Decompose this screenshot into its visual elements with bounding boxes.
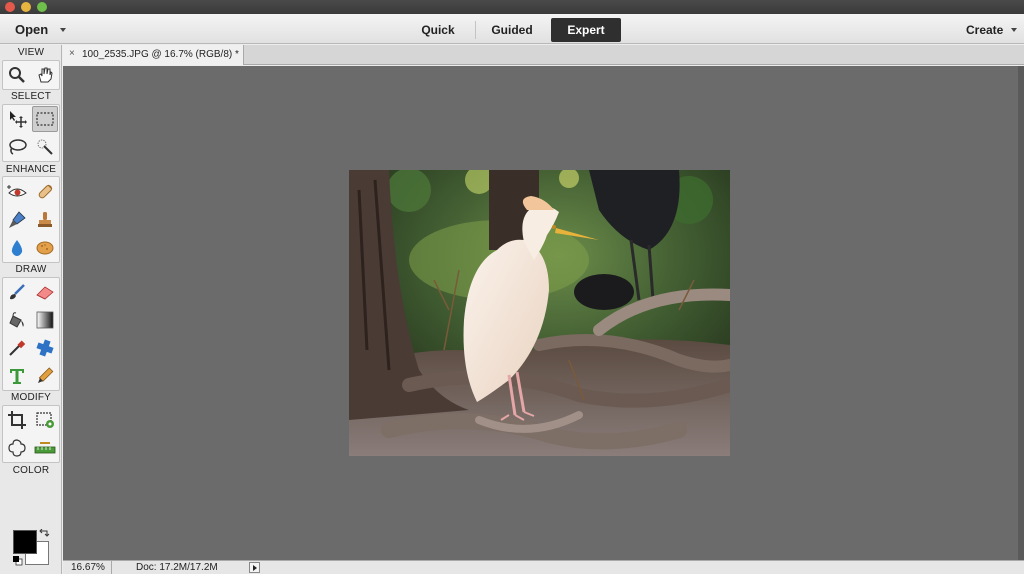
swap-colors-icon[interactable]	[39, 529, 51, 539]
open-dropdown-chevron-icon[interactable]	[60, 28, 66, 32]
tool-group-view	[2, 60, 60, 90]
section-label-select: SELECT	[10, 91, 52, 102]
document-tab-title: 100_2535.JPG @ 16.7% (RGB/8) *	[82, 49, 239, 60]
tool-group-draw	[2, 277, 60, 391]
custom-shape-icon[interactable]	[33, 336, 57, 360]
type-icon[interactable]	[5, 364, 29, 388]
create-menu-button[interactable]: Create	[966, 23, 1003, 37]
toolbox-panel: VIEW SELECT ENHANCE DRAW MODIFY COLOR	[0, 45, 62, 574]
pencil-icon[interactable]	[33, 364, 57, 388]
mode-tab-expert[interactable]: Expert	[551, 18, 621, 42]
clone-stamp-icon[interactable]	[33, 208, 57, 232]
mode-divider	[475, 21, 476, 39]
document-tab[interactable]: × 100_2535.JPG @ 16.7% (RGB/8) *	[63, 45, 244, 65]
create-dropdown-chevron-icon[interactable]	[1011, 28, 1017, 32]
lasso-icon[interactable]	[5, 135, 29, 159]
smart-brush-icon[interactable]	[5, 208, 29, 232]
status-info-menu-arrow-icon[interactable]	[249, 562, 260, 573]
tool-group-select	[2, 104, 60, 162]
blur-icon[interactable]	[5, 236, 29, 260]
recompose-icon[interactable]	[33, 408, 57, 432]
mode-tab-quick[interactable]: Quick	[412, 18, 464, 42]
default-colors-icon[interactable]	[12, 555, 23, 566]
move-icon[interactable]	[5, 107, 29, 131]
hand-icon[interactable]	[33, 63, 57, 87]
spot-healing-icon[interactable]	[33, 180, 57, 204]
window-zoom-button[interactable]	[37, 2, 47, 12]
rectangular-marquee-icon[interactable]	[32, 106, 58, 132]
section-label-draw: DRAW	[15, 264, 47, 275]
paint-bucket-icon[interactable]	[5, 308, 29, 332]
document-size-info: Doc: 17.2M/17.2M	[136, 562, 218, 573]
section-label-enhance: ENHANCE	[5, 164, 57, 175]
window-titlebar	[0, 0, 1024, 14]
status-divider	[111, 561, 112, 574]
brush-icon[interactable]	[5, 280, 29, 304]
document-image[interactable]	[349, 170, 730, 456]
status-bar: 16.67% Doc: 17.2M/17.2M	[63, 560, 1024, 574]
section-label-color: COLOR	[12, 465, 50, 476]
quick-selection-icon[interactable]	[33, 135, 57, 159]
red-eye-icon[interactable]	[5, 180, 29, 204]
color-picker-icon[interactable]	[5, 336, 29, 360]
zoom-level-field[interactable]: 16.67%	[71, 562, 105, 573]
content-aware-move-icon[interactable]	[5, 436, 29, 460]
mode-tab-guided[interactable]: Guided	[484, 18, 540, 42]
open-menu-button[interactable]: Open	[15, 22, 48, 37]
section-label-modify: MODIFY	[10, 392, 52, 403]
tool-group-modify	[2, 405, 60, 463]
window-minimize-button[interactable]	[21, 2, 31, 12]
document-tab-bar: × 100_2535.JPG @ 16.7% (RGB/8) *	[63, 45, 1024, 65]
window-close-button[interactable]	[5, 2, 15, 12]
sponge-icon[interactable]	[33, 236, 57, 260]
canvas-area[interactable]	[63, 66, 1018, 560]
eraser-icon[interactable]	[33, 280, 57, 304]
vertical-scrollbar[interactable]	[1018, 66, 1024, 560]
crop-icon[interactable]	[5, 408, 29, 432]
mode-bar: Open Quick Guided Expert Create	[0, 14, 1024, 44]
tool-group-enhance	[2, 176, 60, 263]
close-tab-icon[interactable]: ×	[69, 48, 75, 59]
zoom-icon[interactable]	[5, 63, 29, 87]
straighten-icon[interactable]	[33, 436, 57, 460]
gradient-icon[interactable]	[33, 308, 57, 332]
section-label-view: VIEW	[17, 47, 45, 58]
foreground-color-swatch[interactable]	[13, 530, 37, 554]
